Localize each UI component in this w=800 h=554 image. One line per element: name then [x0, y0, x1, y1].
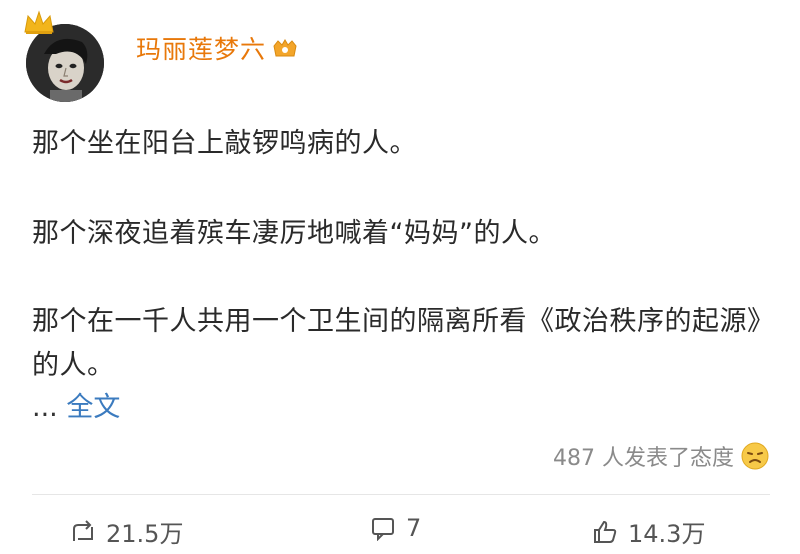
emoji-icon	[740, 441, 770, 471]
post-paragraph: 那个深夜追着殡车凄厉地喊着“妈妈”的人。	[32, 218, 556, 249]
like-button[interactable]: 14.3万	[592, 514, 705, 549]
username[interactable]: 玛丽莲梦六	[136, 30, 266, 66]
full-text-link[interactable]: 全文	[66, 392, 120, 423]
weibo-post: 玛丽莲梦六 那个坐在阳台上敲锣鸣病的人。 那个深夜追着殡车凄厉地喊着“妈妈”的人…	[0, 0, 800, 548]
read-more: ... 全文	[32, 388, 120, 428]
action-bar: 21.5万 7 14.3万	[0, 514, 800, 554]
repost-icon	[73, 519, 93, 541]
comment-button[interactable]: 7	[370, 514, 421, 542]
ellipsis: ...	[32, 392, 58, 423]
like-count: 14.3万	[628, 520, 706, 548]
repost-count: 21.5万	[106, 520, 184, 548]
divider	[32, 494, 770, 495]
like-icon	[594, 520, 617, 543]
reactions-text: 487 人发表了态度	[553, 446, 734, 471]
avatar-container[interactable]	[20, 10, 116, 102]
username-row: 玛丽莲梦六	[136, 30, 298, 66]
post-paragraph: 那个坐在阳台上敲锣鸣病的人。	[32, 128, 417, 159]
repost-button[interactable]: 21.5万	[70, 514, 183, 549]
vip-badge-icon[interactable]	[272, 37, 298, 59]
post-paragraph: 那个在一千人共用一个卫生间的隔离所看《政治秩序的起源》的人。	[32, 306, 761, 381]
reactions-summary[interactable]: 487 人发表了态度	[553, 440, 770, 472]
comment-icon	[372, 518, 394, 541]
crown-icon	[22, 10, 56, 36]
comment-count: 7	[406, 514, 422, 542]
